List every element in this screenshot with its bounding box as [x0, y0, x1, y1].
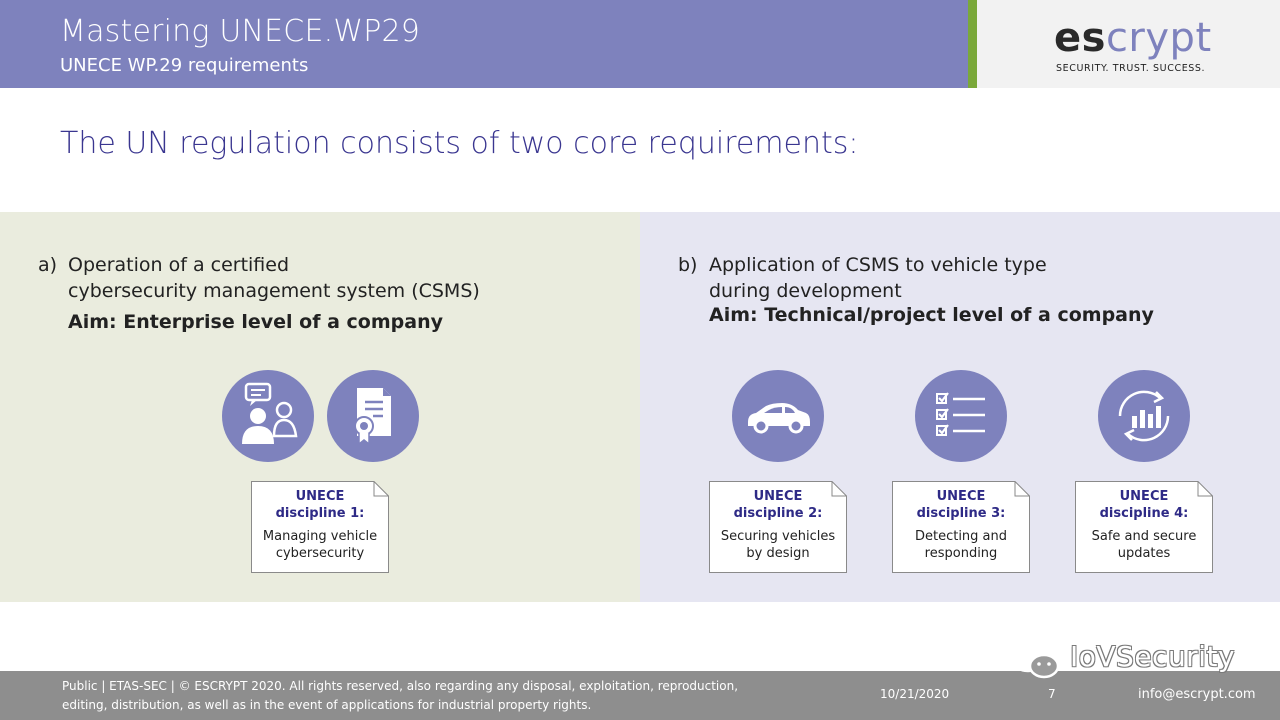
- req-a-marker: a): [38, 254, 58, 276]
- req-b-aim: Aim: Technical/project level of a compan…: [709, 304, 1154, 326]
- logo-part-es: es: [1054, 15, 1106, 61]
- watermark-text: IoVSecurity: [1070, 640, 1236, 673]
- discipline-1-label: UNECE: [295, 489, 345, 504]
- footer-legal-line2: editing, distribution, as well as in the…: [62, 698, 592, 712]
- logo-part-crypt: crypt: [1105, 15, 1212, 61]
- discipline-1-number: discipline 1:: [275, 506, 365, 521]
- req-a-line1: Operation of a certified: [68, 254, 290, 276]
- certificate-document-icon: [327, 370, 419, 462]
- discipline-1-desc-line2: cybersecurity: [275, 546, 365, 561]
- people-conversation-icon: [222, 370, 314, 462]
- update-cycle-chart-icon: [1098, 370, 1190, 462]
- discipline-2-desc-line2: by design: [746, 546, 810, 561]
- discipline-3-number: discipline 3:: [916, 506, 1006, 521]
- discipline-card-2: UNECE discipline 2: Securing vehicles by…: [709, 481, 847, 573]
- discipline-2-desc-line1: Securing vehicles: [720, 529, 836, 544]
- discipline-4-label: UNECE: [1119, 489, 1169, 504]
- car-icon: [732, 370, 824, 462]
- discipline-3-desc-line2: responding: [924, 546, 998, 561]
- header-accent-stripe: [968, 0, 977, 88]
- discipline-3-desc-line1: Detecting and: [914, 529, 1008, 544]
- discipline-card-4: UNECE discipline 4: Safe and secure upda…: [1075, 481, 1213, 573]
- discipline-3-label: UNECE: [936, 489, 986, 504]
- discipline-4-number: discipline 4:: [1099, 506, 1189, 521]
- discipline-2-label: UNECE: [753, 489, 803, 504]
- checklist-icon: [915, 370, 1007, 462]
- req-b-line1: Application of CSMS to vehicle type: [709, 254, 1047, 276]
- main-heading: The UN regulation consists of two core r…: [60, 126, 859, 161]
- discipline-4-desc-line2: updates: [1117, 546, 1171, 561]
- discipline-1-desc-line1: Managing vehicle: [262, 529, 378, 544]
- slide-title: Mastering UNECE.WP29: [60, 14, 421, 49]
- discipline-card-3: UNECE discipline 3: Detecting and respon…: [892, 481, 1030, 573]
- req-b-marker: b): [678, 254, 698, 276]
- discipline-2-number: discipline 2:: [733, 506, 823, 521]
- req-a-aim: Aim: Enterprise level of a company: [68, 311, 443, 333]
- slide-subtitle: UNECE WP.29 requirements: [60, 55, 309, 76]
- discipline-card-1: UNECE discipline 1: Managing vehicle cyb…: [251, 481, 389, 573]
- req-b-line2: during development: [709, 280, 902, 302]
- discipline-4-desc-line1: Safe and secure: [1091, 529, 1197, 544]
- footer-date: 10/21/2020: [880, 687, 950, 701]
- footer-legal-line1: Public | ETAS-SEC | © ESCRYPT 2020. All …: [62, 679, 739, 693]
- footer-email: info@escrypt.com: [1138, 687, 1256, 702]
- req-a-line2: cybersecurity management system (CSMS): [68, 280, 480, 302]
- escrypt-logo: escrypt: [1054, 16, 1212, 60]
- logo-tagline: SECURITY. TRUST. SUCCESS.: [1056, 63, 1206, 74]
- page-number: 7: [1048, 687, 1056, 701]
- footer-legal-notice: Public | ETAS-SEC | © ESCRYPT 2020. All …: [62, 677, 782, 715]
